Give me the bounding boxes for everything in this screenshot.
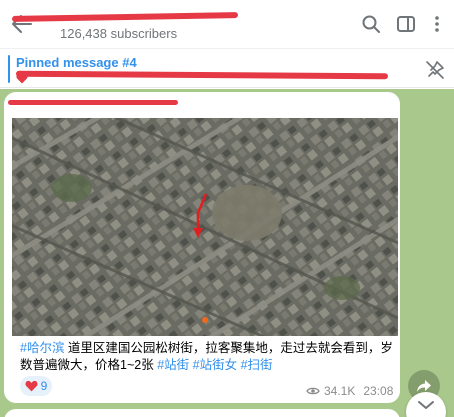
chevron-down-icon <box>418 401 434 409</box>
hashtag-link[interactable]: #哈尔滨 <box>20 341 64 355</box>
heart-icon <box>25 380 38 392</box>
more-vertical-icon <box>435 16 439 32</box>
sidebar-toggle-button[interactable] <box>395 13 417 35</box>
unpin-icon <box>426 61 444 79</box>
chat-header: 126,438 subscribers <box>0 0 454 48</box>
sender-redaction-mark <box>8 100 178 105</box>
more-button[interactable] <box>426 13 448 35</box>
message-meta: 34.1K 23:08 <box>306 384 393 398</box>
hashtag-link[interactable]: #站街女 <box>193 358 237 372</box>
next-message-bubble[interactable] <box>4 409 400 417</box>
pinned-message-bar[interactable]: Pinned message #4 <box>0 48 454 88</box>
eye-icon <box>306 387 320 395</box>
forward-icon <box>417 380 431 392</box>
reaction-count: 9 <box>40 379 48 393</box>
unpin-button[interactable] <box>424 59 446 81</box>
message-time: 23:08 <box>363 384 394 398</box>
hashtag-link[interactable]: #站街 <box>157 358 189 372</box>
map-graphic <box>12 118 398 336</box>
pinned-title: Pinned message #4 <box>16 55 137 70</box>
subscriber-count: 126,438 subscribers <box>60 26 178 41</box>
search-button[interactable] <box>360 13 382 35</box>
satellite-map-image[interactable] <box>12 118 398 336</box>
pinned-accent-line <box>8 55 10 83</box>
hashtag-link[interactable]: #扫街 <box>241 358 273 372</box>
reaction-chip[interactable]: 9 <box>20 376 52 396</box>
search-icon <box>362 15 380 33</box>
message-text: #哈尔滨 道里区建国公园松树街，拉客聚集地，走过去就会看到，岁数普遍微大，价格1… <box>20 340 394 374</box>
sidebar-toggle-icon <box>397 16 415 32</box>
view-count: 34.1K <box>324 384 356 398</box>
